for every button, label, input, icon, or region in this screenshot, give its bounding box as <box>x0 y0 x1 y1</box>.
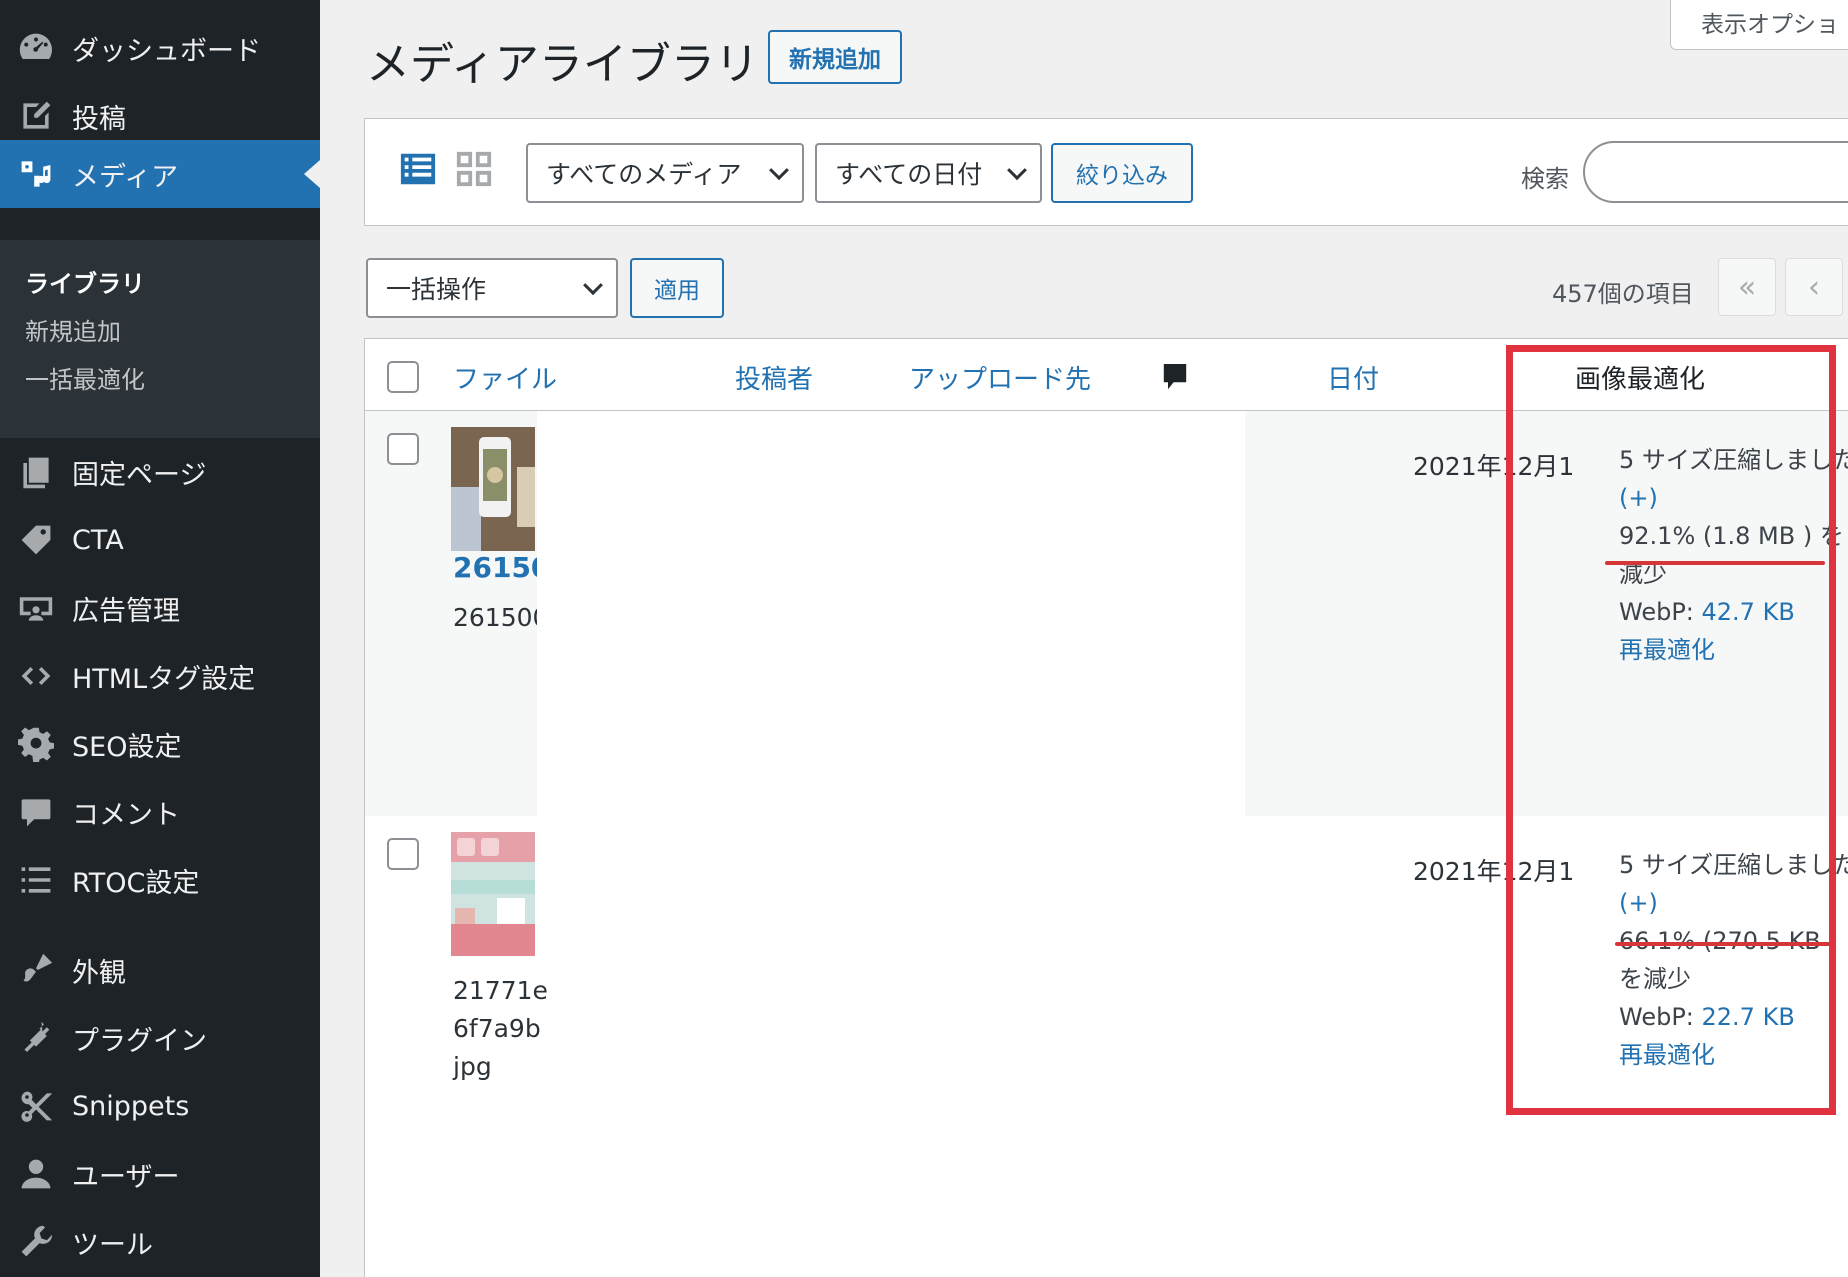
file-name: 261500 <box>453 603 537 632</box>
first-page-button[interactable]: « <box>1718 258 1776 316</box>
menu-media[interactable]: メディア <box>0 140 320 208</box>
brush-icon <box>0 952 72 988</box>
annotation-highlight-box <box>1506 345 1836 1115</box>
menu-pages[interactable]: 固定ページ <box>0 442 320 502</box>
menu-label: RTOC設定 <box>72 867 200 899</box>
gear-icon <box>0 726 72 762</box>
plugin-icon <box>0 1020 72 1056</box>
select-all-checkbox[interactable] <box>387 361 419 393</box>
menu-label: ダッシュボード <box>72 35 261 67</box>
bulk-action-select[interactable]: 一括操作 <box>366 258 618 318</box>
submenu-bulk-optimize[interactable]: 一括最適化 <box>25 360 145 395</box>
screen-options-button[interactable]: 表示オプショ <box>1670 0 1848 50</box>
menu-appearance[interactable]: 外観 <box>0 940 320 1000</box>
page-title: メディアライブラリ <box>366 39 759 90</box>
menu-cta[interactable]: CTA <box>0 510 320 570</box>
menu-label: 広告管理 <box>72 595 180 627</box>
menu-label: 外観 <box>72 957 126 989</box>
media-submenu: ライブラリ 新規追加 一括最適化 <box>0 240 320 438</box>
menu-label: プラグイン <box>72 1025 207 1057</box>
grid-view-icon[interactable] <box>455 150 493 188</box>
menu-posts[interactable]: 投稿 <box>0 86 320 146</box>
file-name-part: 21771e <box>453 976 548 1005</box>
thumbnail-image[interactable] <box>451 427 535 551</box>
apply-button[interactable]: 適用 <box>630 258 724 318</box>
menu-label: 固定ページ <box>72 459 207 491</box>
menu-label: 投稿 <box>72 103 126 135</box>
code-icon <box>0 658 72 694</box>
media-icon <box>0 156 72 192</box>
page-icon <box>0 454 72 490</box>
menu-comments[interactable]: コメント <box>0 782 320 842</box>
submenu-library[interactable]: ライブラリ <box>25 264 145 299</box>
date-select[interactable]: すべての日付 <box>815 143 1042 203</box>
list-icon <box>0 862 72 898</box>
menu-tools[interactable]: ツール <box>0 1212 320 1272</box>
menu-html-tags[interactable]: HTMLタグ設定 <box>0 646 320 706</box>
menu-label: ツール <box>72 1229 153 1261</box>
filter-button[interactable]: 絞り込み <box>1051 143 1193 203</box>
menu-seo[interactable]: SEO設定 <box>0 714 320 774</box>
thumbnail-image[interactable] <box>451 832 535 956</box>
menu-label: メディア <box>72 161 179 193</box>
list-view-icon[interactable] <box>399 150 437 188</box>
tag-icon <box>0 522 72 558</box>
date-value: すべての日付 <box>835 160 983 189</box>
column-author[interactable]: 投稿者 <box>735 359 813 396</box>
menu-label: HTMLタグ設定 <box>72 663 256 695</box>
file-name-ext: jpg <box>453 1052 492 1081</box>
column-file[interactable]: ファイル <box>453 359 557 396</box>
comment-icon <box>0 794 72 830</box>
bulk-action-value: 一括操作 <box>386 275 487 304</box>
admin-sidebar: ダッシュボード 投稿 メディア ライブラリ 新規追加 一括最適化 固定ページ C… <box>0 0 320 1277</box>
media-type-value: すべてのメディア <box>546 160 742 189</box>
menu-users[interactable]: ユーザー <box>0 1144 320 1204</box>
menu-dashboard[interactable]: ダッシュボード <box>0 18 320 78</box>
chevron-down-icon <box>769 160 789 181</box>
ad-icon <box>0 590 72 626</box>
prev-page-button[interactable]: ‹ <box>1785 258 1843 316</box>
file-title-link[interactable]: 26150 <box>453 551 537 584</box>
menu-snippets[interactable]: Snippets <box>0 1076 320 1136</box>
row-checkbox[interactable] <box>387 433 419 465</box>
chevron-down-icon <box>1007 160 1027 181</box>
wrench-icon <box>0 1224 72 1260</box>
menu-ads[interactable]: 広告管理 <box>0 578 320 638</box>
comment-column-icon[interactable] <box>1161 361 1189 395</box>
menu-label: コメント <box>72 799 180 831</box>
submenu-add-new[interactable]: 新規追加 <box>25 312 121 347</box>
scissors-icon <box>0 1088 72 1124</box>
column-date[interactable]: 日付 <box>1327 359 1379 396</box>
menu-label: ユーザー <box>72 1161 180 1193</box>
user-icon <box>0 1156 72 1192</box>
menu-label: SEO設定 <box>72 731 182 763</box>
menu-label: CTA <box>72 524 124 556</box>
row-blank-area <box>537 411 1245 816</box>
row-checkbox[interactable] <box>387 838 419 870</box>
current-menu-arrow <box>304 160 320 188</box>
search-label: 検索 <box>1521 165 1569 193</box>
column-uploaded-to[interactable]: アップロード先 <box>909 359 1091 396</box>
filter-bar: すべてのメディア すべての日付 絞り込み 検索 <box>364 118 1848 226</box>
add-new-button[interactable]: 新規追加 <box>768 30 902 84</box>
file-name-part: 6f7a9b <box>453 1014 541 1043</box>
item-count: 457個の項目 <box>1552 280 1694 308</box>
post-icon <box>0 98 72 134</box>
menu-rtoc[interactable]: RTOC設定 <box>0 850 320 910</box>
menu-label: Snippets <box>72 1090 190 1122</box>
menu-plugins[interactable]: プラグイン <box>0 1008 320 1068</box>
search-input[interactable] <box>1583 141 1848 203</box>
media-type-select[interactable]: すべてのメディア <box>526 143 804 203</box>
chevron-down-icon <box>583 275 603 296</box>
dashboard-icon <box>0 30 72 66</box>
